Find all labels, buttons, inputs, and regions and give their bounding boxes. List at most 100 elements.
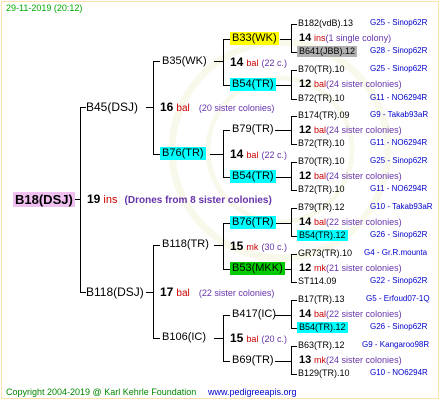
gen1-details: 16 bal (20 sister colonies) [160, 101, 274, 114]
connector [153, 338, 160, 339]
connector [275, 361, 291, 362]
root-details: 19 ins (Drones from 8 sister colonies) [87, 193, 272, 206]
connector [275, 130, 291, 131]
gen3-unit: bal [314, 217, 327, 227]
gen4-queen[interactable]: B54(TR).12 [297, 322, 348, 333]
gen4-queen[interactable]: B72(TR).10 [298, 185, 345, 194]
gen1-queen[interactable]: B118(DSJ) [86, 286, 144, 298]
gen3-year: 14 [299, 216, 312, 228]
gen4-info: G25 - Sinop62R [370, 156, 428, 165]
gen3-note: (24 sister colonies) [326, 171, 402, 181]
gen3-queen[interactable]: B76(TR) [230, 216, 276, 229]
gen4-info: G11 - NO6294R [370, 138, 428, 147]
gen4-info: G4 - Gr.R.mounta [364, 248, 428, 257]
gen4-queen[interactable]: ST114.09 [298, 277, 336, 286]
gen3-queen[interactable]: B53(MKK) [230, 262, 285, 275]
gen1-details: 17 bal (22 sister colonies) [160, 286, 274, 299]
gen4-queen[interactable]: B72(TR).10 [298, 94, 345, 103]
gen1-note: (20 sister colonies) [198, 103, 275, 113]
connector [214, 338, 223, 339]
footer-url[interactable]: www.pedigreeapis.org [208, 388, 297, 397]
gen2-queen[interactable]: B118(TR) [162, 239, 209, 250]
gen3-queen[interactable]: B54(TR) [230, 78, 276, 91]
gen4-info: G9 - Takab93aR [370, 110, 429, 119]
gen2-unit: mk [246, 242, 259, 252]
connector [223, 130, 224, 177]
gen4-queen[interactable]: GR73(TR).10 [298, 249, 352, 258]
gen4-info: G9 - Kangaroo98R [362, 340, 430, 349]
connector [291, 70, 297, 71]
gen2-queen[interactable]: B106(IC) [162, 332, 206, 343]
gen4-info: G25 - Sinop62R [370, 18, 428, 27]
root-queen[interactable]: B18(DSJ) [13, 192, 75, 207]
gen2-queen[interactable]: B76(TR) [160, 147, 206, 160]
gen4-info: G28 - Sinop62R [370, 46, 428, 55]
gen3-details: 14 bal(22 sister colonies) [299, 217, 402, 228]
gen2-note: (20 c.) [261, 334, 288, 344]
gen4-queen[interactable]: B182(vdB).13 [298, 19, 353, 28]
connector [291, 346, 292, 374]
gen2-unit: bal [246, 58, 259, 68]
gen3-unit: mk [314, 263, 327, 273]
gen4-queen[interactable]: B641(JBB).12 [297, 46, 358, 57]
gen3-note: (24 sister colonies) [326, 125, 402, 135]
gen2-year: 14 [230, 147, 244, 161]
gen3-queen[interactable]: B417(IC) [232, 309, 276, 320]
connector [214, 245, 223, 246]
gen3-queen[interactable]: B54(TR) [230, 170, 276, 183]
gen4-info: G11 - NO6294R [370, 93, 428, 102]
connector [146, 292, 153, 293]
gen4-queen[interactable]: B129(TR).10 [298, 369, 350, 378]
gen2-note: (22 c.) [261, 58, 288, 68]
gen3-note: (1 single colony) [325, 33, 392, 43]
connector [80, 107, 81, 293]
gen4-queen[interactable]: B72(TR).10 [298, 139, 345, 148]
connector [223, 39, 230, 40]
gen2-unit: bal [246, 334, 259, 344]
gen4-queen[interactable]: B70(TR).10 [298, 157, 345, 166]
connector [223, 130, 230, 131]
gen4-info: G26 - Sinop62R [370, 322, 428, 331]
gen3-unit: bal [314, 125, 327, 135]
gen3-unit: bal [314, 171, 327, 181]
gen3-queen[interactable]: B79(TR) [232, 124, 274, 135]
gen4-queen[interactable]: B174(TR).09 [298, 111, 350, 120]
gen4-queen[interactable]: B70(TR).10 [298, 65, 345, 74]
gen4-info: G10 - NO6294R [370, 368, 428, 377]
gen3-year: 14 [299, 308, 312, 320]
connector [291, 99, 297, 100]
connector [291, 144, 297, 145]
connector [275, 223, 291, 224]
connector [223, 177, 230, 178]
gen1-year: 17 [160, 285, 174, 299]
connector [291, 208, 297, 209]
gen3-queen[interactable]: B69(TR) [232, 355, 274, 366]
gen1-queen[interactable]: B45(DSJ) [86, 101, 138, 113]
gen1-unit: bal [176, 103, 190, 114]
gen1-unit: bal [176, 288, 190, 299]
connector [153, 61, 160, 62]
connector [291, 300, 292, 328]
gen3-year: 12 [299, 170, 312, 182]
gen1-year: 16 [160, 100, 174, 114]
gen3-details: 12 bal(24 sister colonies) [299, 125, 402, 136]
connector [291, 70, 292, 99]
gen4-queen[interactable]: B79(TR).12 [298, 203, 345, 212]
connector [275, 315, 291, 316]
gen3-note: (22 sister colonies) [326, 217, 402, 227]
gen4-queen[interactable]: B54(TR).12 [297, 230, 348, 241]
connector [223, 315, 224, 361]
connector [280, 39, 291, 40]
gen3-queen[interactable]: B33(WK) [230, 32, 279, 45]
gen3-unit: bal [314, 79, 327, 89]
connector [214, 61, 223, 62]
gen3-details: 12 bal(24 sister colonies) [299, 79, 402, 90]
gen4-info: G5 - Erfoud07-1Q [366, 294, 430, 303]
connector [291, 162, 297, 163]
gen3-details: 13 mk(24 sister colonies) [299, 355, 402, 366]
gen4-queen[interactable]: B17(TR).13 [298, 295, 345, 304]
gen4-queen[interactable]: B63(TR).12 [298, 341, 345, 350]
connector [146, 107, 153, 108]
gen2-queen[interactable]: B35(WK) [162, 56, 207, 67]
gen3-note: (24 sister colonies) [326, 79, 402, 89]
